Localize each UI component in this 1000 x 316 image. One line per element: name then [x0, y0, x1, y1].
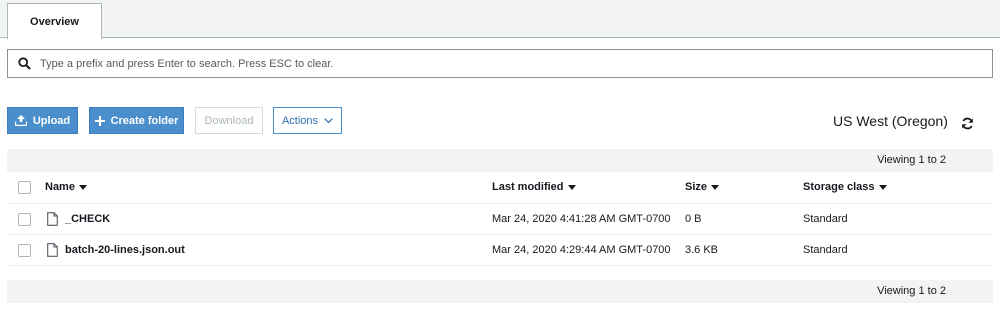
actions-label: Actions: [281, 114, 319, 127]
size-cell: 3.6 KB: [685, 244, 719, 256]
table-header: Name Last modified Size Storage class: [7, 172, 993, 204]
row-checkbox[interactable]: [18, 213, 31, 226]
search-input[interactable]: [40, 51, 992, 76]
file-name-link[interactable]: _CHECK: [65, 213, 110, 225]
file-icon: [47, 243, 58, 257]
last-modified-cell: Mar 24, 2020 4:29:44 AM GMT-0700: [492, 244, 671, 256]
pagination-text-bottom: Viewing 1 to 2: [877, 285, 946, 297]
download-label: Download: [204, 114, 254, 127]
storage-class-cell: Standard: [803, 213, 848, 225]
region-label: US West (Oregon): [833, 113, 948, 129]
tab-bar: Overview: [0, 0, 1000, 39]
size-cell: 0 B: [685, 213, 702, 225]
refresh-icon[interactable]: [959, 115, 975, 131]
select-all-checkbox[interactable]: [18, 181, 31, 194]
file-name-link[interactable]: batch-20-lines.json.out: [65, 244, 185, 256]
sort-caret-icon: [78, 184, 87, 190]
last-modified-cell: Mar 24, 2020 4:41:28 AM GMT-0700: [492, 213, 671, 225]
actions-button[interactable]: Actions: [273, 107, 342, 134]
pagination-top: Viewing 1 to 2: [7, 149, 993, 172]
download-button[interactable]: Download: [195, 107, 263, 134]
column-header-size[interactable]: Size: [685, 181, 720, 193]
table-row[interactable]: batch-20-lines.json.out Mar 24, 2020 4:2…: [7, 235, 993, 266]
pagination-text-top: Viewing 1 to 2: [877, 154, 946, 166]
pagination-bottom: Viewing 1 to 2: [7, 280, 993, 303]
create-folder-button[interactable]: Create folder: [89, 107, 184, 134]
tab-overview[interactable]: Overview: [7, 3, 102, 39]
column-header-storage-class[interactable]: Storage class: [803, 181, 887, 193]
sort-caret-icon: [878, 184, 887, 190]
search-box[interactable]: [7, 49, 993, 78]
search-icon: [8, 50, 40, 77]
row-checkbox[interactable]: [18, 244, 31, 257]
column-header-name[interactable]: Name: [45, 181, 87, 193]
create-folder-label: Create folder: [110, 114, 179, 127]
upload-button[interactable]: Upload: [7, 107, 78, 134]
table-row[interactable]: _CHECK Mar 24, 2020 4:41:28 AM GMT-0700 …: [7, 204, 993, 235]
upload-label: Upload: [32, 114, 71, 127]
sort-caret-icon: [711, 184, 720, 190]
objects-table: Name Last modified Size Storage class _C…: [7, 172, 993, 266]
upload-icon: [14, 115, 27, 126]
file-icon: [47, 212, 58, 226]
plus-icon: [94, 115, 105, 126]
column-header-last-modified[interactable]: Last modified: [492, 181, 576, 193]
sort-caret-icon: [567, 184, 576, 190]
storage-class-cell: Standard: [803, 244, 848, 256]
chevron-down-icon: [324, 117, 333, 124]
